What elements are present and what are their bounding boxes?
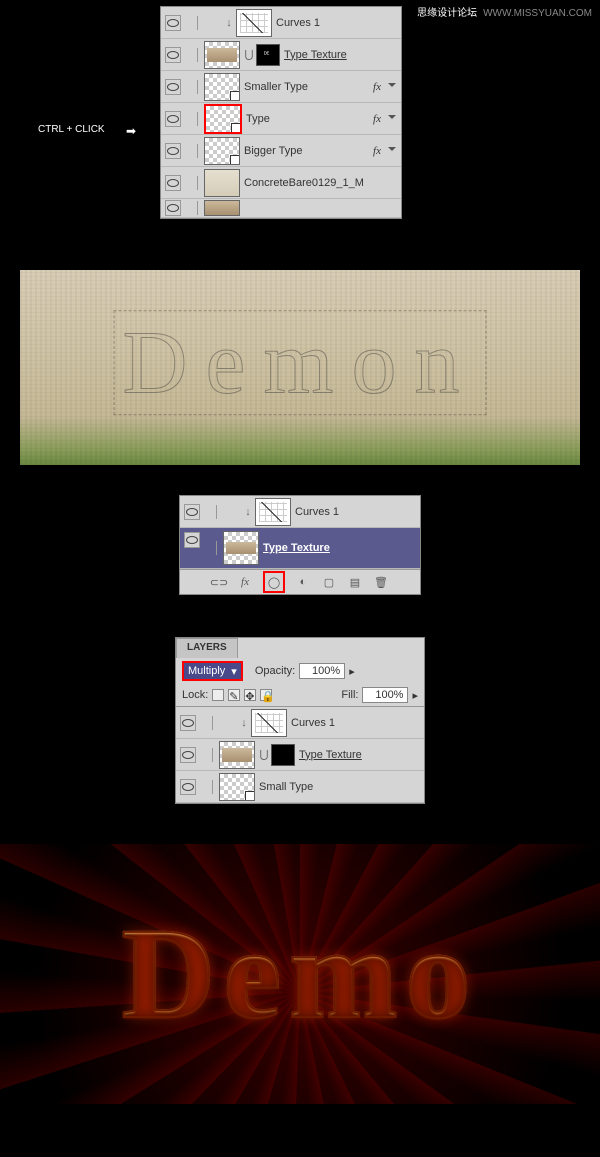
layer-mask[interactable]	[271, 744, 295, 766]
visibility-icon[interactable]	[165, 79, 181, 95]
final-result-preview: Demo	[0, 844, 600, 1104]
layer-thumb[interactable]	[204, 73, 240, 101]
layer-row[interactable]: ↓ Curves 1	[161, 7, 401, 39]
layer-thumb-highlighted[interactable]	[204, 104, 242, 134]
visibility-icon[interactable]	[180, 715, 196, 731]
smart-object-icon	[245, 791, 255, 801]
layer-name[interactable]: Curves 1	[295, 506, 339, 518]
layer-thumb[interactable]	[204, 169, 240, 197]
layer-name[interactable]: Type Texture	[263, 542, 330, 554]
chevron-down-icon[interactable]	[387, 114, 397, 124]
opacity-label: Opacity:	[255, 665, 295, 677]
adjustment-thumb[interactable]	[255, 498, 291, 526]
layer-row[interactable]: ConcreteBare0129_1_M	[161, 167, 401, 199]
visibility-icon[interactable]	[180, 747, 196, 763]
link-icon: ⋃	[244, 48, 254, 61]
gold-text: Demo	[122, 899, 479, 1049]
layer-name[interactable]: Type Texture	[284, 49, 347, 61]
visibility-icon[interactable]	[165, 111, 181, 127]
chevron-right-icon[interactable]: ▸	[349, 665, 355, 678]
fx-icon[interactable]: fx	[237, 574, 253, 590]
visibility-icon[interactable]	[180, 779, 196, 795]
visibility-icon[interactable]	[165, 200, 181, 216]
arrow-right-icon: ➡	[126, 124, 136, 138]
link-icon: ↓	[239, 717, 249, 729]
visibility-icon[interactable]	[165, 15, 181, 31]
layer-thumb[interactable]	[204, 137, 240, 165]
fx-badge[interactable]: fx	[373, 81, 381, 93]
layer-mask[interactable]: ᴰᴱ	[256, 44, 280, 66]
layer-row[interactable]: ⋃ Type Texture	[176, 739, 424, 771]
layer-row[interactable]: Small Type	[176, 771, 424, 803]
smart-object-icon	[230, 91, 240, 101]
link-icon[interactable]: ⊂⊃	[211, 574, 227, 590]
visibility-icon[interactable]	[165, 175, 181, 191]
layer-row-selected[interactable]: Type Texture	[180, 528, 420, 569]
layer-name[interactable]: ConcreteBare0129_1_M	[244, 177, 364, 189]
adjustment-thumb[interactable]	[236, 9, 272, 37]
layer-name[interactable]: Bigger Type	[244, 145, 303, 157]
ctrl-click-label: CTRL + CLICK	[38, 124, 105, 135]
visibility-icon[interactable]	[165, 143, 181, 159]
demon-selection-outline: Demon	[114, 310, 487, 415]
layer-name[interactable]: Small Type	[259, 781, 313, 793]
layer-name[interactable]: Type	[246, 113, 270, 125]
chevron-down-icon[interactable]	[387, 146, 397, 156]
chevron-down-icon[interactable]	[387, 82, 397, 92]
layer-row[interactable]: Smaller Type fx	[161, 71, 401, 103]
link-icon: ↓	[243, 506, 253, 518]
layer-row[interactable]	[161, 199, 401, 218]
lock-transparency-icon[interactable]	[212, 689, 224, 701]
new-layer-icon[interactable]: ▤	[347, 574, 363, 590]
opacity-value[interactable]: 100%	[299, 663, 345, 679]
lock-all-icon[interactable]: 🔒	[260, 689, 272, 701]
layer-thumb[interactable]	[219, 741, 255, 769]
link-icon: ⋃	[259, 748, 269, 761]
layer-name[interactable]: Type Texture	[299, 749, 362, 761]
lock-pixels-icon[interactable]: ✎	[228, 689, 240, 701]
layer-thumb[interactable]	[219, 773, 255, 801]
layer-thumb[interactable]	[223, 531, 259, 565]
layers-toolbar: ⊂⊃ fx ◯ ◐ ▢ ▤ 🗑	[180, 569, 420, 594]
fill-label: Fill:	[341, 689, 358, 701]
visibility-icon[interactable]	[165, 47, 181, 63]
fill-value[interactable]: 100%	[362, 687, 408, 703]
layers-panel-1: ↓ Curves 1 ⋃ ᴰᴱ Type Texture Smaller Typ…	[160, 6, 402, 219]
adjustment-thumb[interactable]	[251, 709, 287, 737]
trash-icon[interactable]: 🗑	[373, 574, 389, 590]
layer-row[interactable]: Type fx	[161, 103, 401, 135]
adjustment-icon[interactable]: ◐	[295, 574, 311, 590]
layer-row[interactable]: ⋃ ᴰᴱ Type Texture	[161, 39, 401, 71]
fx-badge[interactable]: fx	[373, 113, 381, 125]
lock-label: Lock:	[182, 689, 208, 701]
fx-badge[interactable]: fx	[373, 145, 381, 157]
layers-panel-3: LAYERS Multiply▾ Opacity: 100% ▸ Lock: ✎…	[175, 637, 425, 804]
layer-name[interactable]: Curves 1	[276, 17, 320, 29]
visibility-icon[interactable]	[184, 532, 200, 548]
lock-position-icon[interactable]: ✥	[244, 689, 256, 701]
mask-icon[interactable]: ◯	[263, 571, 285, 593]
texture-preview: Demon	[20, 270, 580, 465]
chevron-right-icon[interactable]: ▸	[412, 689, 418, 702]
visibility-icon[interactable]	[184, 504, 200, 520]
blend-mode-select[interactable]: Multiply▾	[182, 661, 243, 681]
layer-row[interactable]: ↓ Curves 1	[176, 707, 424, 739]
folder-icon[interactable]: ▢	[321, 574, 337, 590]
layer-row[interactable]: ↓ Curves 1	[180, 496, 420, 528]
layer-thumb[interactable]	[204, 200, 240, 216]
layer-row[interactable]: Bigger Type fx	[161, 135, 401, 167]
smart-object-icon	[230, 155, 240, 165]
layers-panel-2: ↓ Curves 1 Type Texture ⊂⊃ fx ◯ ◐ ▢ ▤ 🗑	[179, 495, 421, 595]
layer-name[interactable]: Smaller Type	[244, 81, 308, 93]
layer-thumb[interactable]	[204, 41, 240, 69]
layer-name[interactable]: Curves 1	[291, 717, 335, 729]
layers-tab[interactable]: LAYERS	[176, 638, 238, 658]
smart-object-icon	[231, 123, 241, 133]
link-icon: ↓	[224, 17, 234, 29]
